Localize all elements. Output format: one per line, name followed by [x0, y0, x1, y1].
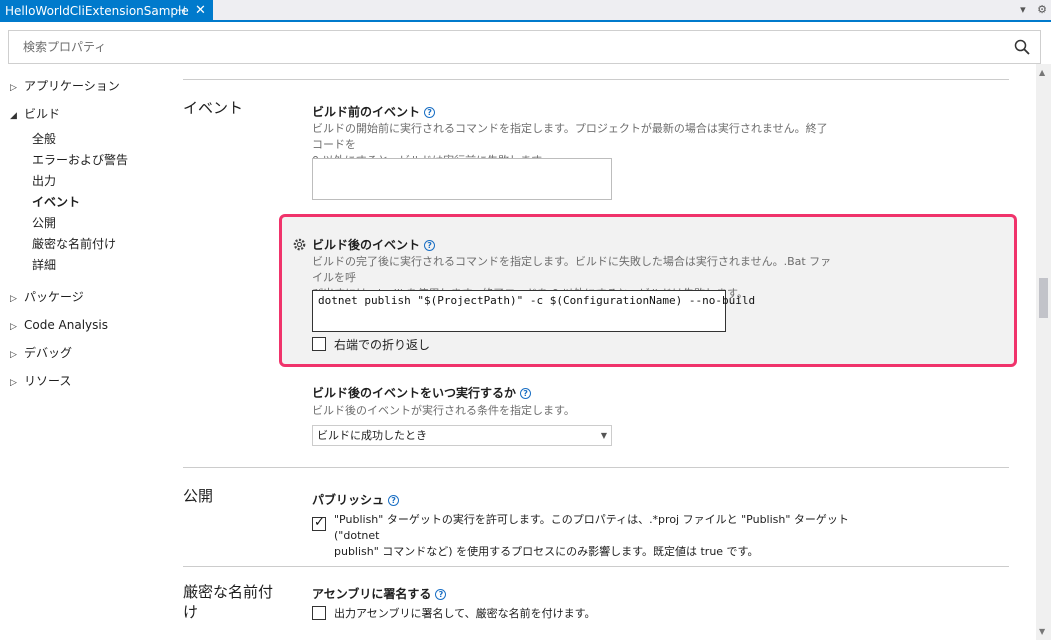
chevron-down-icon: ▼: [600, 431, 607, 440]
tab-overflow-controls: ▾ ⚙: [1012, 3, 1047, 16]
run-post-build-select[interactable]: ビルドに成功したとき ▼: [312, 425, 612, 446]
help-icon[interactable]: ?: [424, 240, 436, 251]
publish-description: "Publish" ターゲットの実行を許可します。このプロパティは、.*proj…: [334, 513, 849, 558]
wrap-lines-checkbox[interactable]: [312, 337, 326, 351]
vertical-scrollbar[interactable]: ▲ ▼: [1036, 64, 1051, 640]
divider: [183, 467, 1009, 468]
publish-label: パブリッシュ?: [312, 491, 400, 508]
help-icon[interactable]: ?: [520, 388, 532, 399]
close-icon[interactable]: ✕: [195, 0, 206, 22]
pre-build-event-label: ビルド前のイベント?: [312, 103, 436, 120]
document-tab-bar: HelloWorldCliExtensionSample ⊣ ✕ ▾ ⚙: [0, 0, 1051, 22]
help-icon[interactable]: ?: [435, 589, 447, 600]
publish-checkbox[interactable]: [312, 515, 326, 531]
chevron-down-icon[interactable]: ▾: [1020, 3, 1026, 16]
post-build-event-input[interactable]: dotnet publish "$(ProjectPath)" -c $(Con…: [312, 290, 755, 332]
section-title-publish: 公開: [183, 487, 214, 505]
scroll-down-icon[interactable]: ▼: [1039, 627, 1045, 636]
sign-assembly-check-label: 出力アセンブリに署名して、厳密な名前を付けます。: [334, 607, 596, 620]
pin-icon[interactable]: ⊣: [176, 0, 186, 22]
search-icon[interactable]: [1014, 39, 1030, 55]
document-tab[interactable]: HelloWorldCliExtensionSample ⊣ ✕: [0, 0, 213, 22]
search-input[interactable]: [9, 31, 999, 63]
gear-icon: [293, 238, 306, 251]
run-post-build-label: ビルド後のイベントをいつ実行するか?: [312, 384, 532, 401]
scroll-up-icon[interactable]: ▲: [1039, 68, 1045, 77]
pre-build-event-input[interactable]: [312, 158, 612, 200]
divider: [183, 79, 1009, 80]
sign-assembly-checkbox[interactable]: [312, 606, 326, 620]
gear-icon[interactable]: ⚙: [1037, 3, 1047, 16]
help-icon[interactable]: ?: [424, 107, 436, 118]
property-content: イベント ビルド前のイベント? ビルドの開始前に実行されるコマンドを指定します。…: [0, 64, 1036, 640]
scrollbar-thumb[interactable]: [1039, 278, 1048, 318]
wrap-lines-label: 右端での折り返し: [334, 338, 431, 352]
section-title-events: イベント: [183, 99, 244, 117]
property-search: [8, 30, 1041, 64]
document-tab-title: HelloWorldCliExtensionSample: [5, 4, 189, 18]
run-post-build-description: ビルド後のイベントが実行される条件を指定します。: [312, 404, 575, 417]
help-icon[interactable]: ?: [388, 495, 400, 506]
sign-assembly-label: アセンブリに署名する?: [312, 585, 447, 602]
post-build-event-label: ビルド後のイベント?: [312, 236, 436, 253]
section-title-strong-naming: 厳密な名前付 け: [183, 583, 274, 621]
divider: [183, 566, 1009, 567]
